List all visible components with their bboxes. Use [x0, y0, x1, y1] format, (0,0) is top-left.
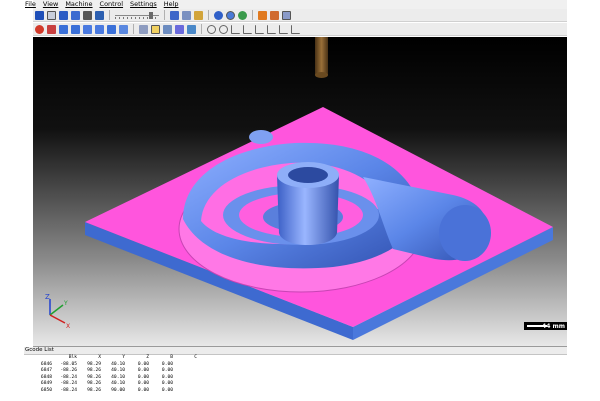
z-axis-label: Z	[45, 293, 50, 301]
zoom-fit-icon[interactable]	[170, 10, 179, 20]
globe-icon[interactable]	[238, 10, 247, 20]
curve-d-icon[interactable]	[267, 24, 276, 34]
gcode-list-panel: Gcode List Blk X Y Z B C 6846 -88.05 98.…	[24, 346, 567, 401]
table-row[interactable]: 6850 -88.24 98.26 90.00 0.00 0.00	[33, 388, 567, 395]
curve-c-icon[interactable]	[255, 24, 264, 34]
sphere-icon[interactable]	[226, 10, 235, 20]
stop-icon[interactable]	[83, 10, 92, 20]
curve-a-icon[interactable]	[231, 24, 240, 34]
cube-back-icon[interactable]	[71, 24, 80, 34]
pause-icon[interactable]	[47, 10, 56, 20]
cutting-tool-tip	[315, 72, 328, 78]
cutting-tool	[315, 37, 328, 75]
col-header: C	[194, 355, 197, 360]
curve-f-icon[interactable]	[291, 24, 300, 34]
toolbar-separator	[208, 10, 209, 20]
machine-icon[interactable]	[194, 10, 203, 20]
y-axis-label: Y	[63, 300, 68, 307]
menu-view[interactable]: View	[43, 0, 58, 9]
window-icon[interactable]	[182, 10, 191, 20]
cell: -88.24	[60, 387, 77, 393]
toolbar-separator	[109, 10, 110, 20]
cell: 98.26	[87, 387, 101, 393]
x-axis-label: X	[66, 323, 70, 330]
toolbar-separator	[201, 24, 202, 34]
toolpath-icon[interactable]	[175, 24, 184, 34]
playback-toolbar	[33, 9, 567, 22]
hub-bore	[288, 167, 328, 183]
y-axis-line	[49, 304, 64, 316]
scale-bar: 44 mm	[524, 322, 567, 330]
menu-control[interactable]: Control	[100, 0, 124, 9]
reset-icon[interactable]	[95, 10, 104, 20]
measure-icon[interactable]	[270, 10, 279, 20]
cursor-icon[interactable]	[151, 24, 160, 34]
cell: 90.00	[111, 387, 125, 393]
inlet-stub	[249, 130, 273, 144]
part-color-icon[interactable]	[35, 24, 44, 34]
play-icon[interactable]	[35, 10, 44, 20]
curve-e-icon[interactable]	[279, 24, 288, 34]
part-model: Z Y X	[45, 37, 553, 340]
curve-b-icon[interactable]	[243, 24, 252, 34]
cube-top-icon[interactable]	[107, 24, 116, 34]
collision-icon[interactable]	[258, 10, 267, 20]
right-margin	[567, 0, 600, 400]
fast-forward-icon[interactable]	[71, 10, 80, 20]
x-axis-line	[49, 314, 66, 324]
cube-iso-icon[interactable]	[119, 24, 128, 34]
view-toolbar	[33, 23, 567, 36]
simulation-viewport[interactable]: Z Y X	[33, 37, 567, 346]
menu-file[interactable]: File	[25, 0, 36, 9]
menu-machine[interactable]: Machine	[65, 0, 92, 9]
shade-icon[interactable]	[214, 10, 223, 20]
lasso-icon[interactable]	[207, 24, 216, 34]
toolbar-separator	[133, 24, 134, 34]
outlet-end	[439, 205, 491, 261]
speed-slider[interactable]	[115, 11, 159, 19]
menu-bar: File View Machine Control Settings Help	[25, 0, 567, 9]
cell: 6850	[40, 387, 52, 393]
grid-icon[interactable]	[282, 10, 291, 20]
menu-settings[interactable]: Settings	[130, 0, 157, 9]
skip-to-end-icon[interactable]	[59, 10, 68, 20]
cube-front-icon[interactable]	[59, 24, 68, 34]
menu-help[interactable]: Help	[164, 0, 179, 9]
cube-red-icon[interactable]	[47, 24, 56, 34]
scale-label: 44 mm	[542, 322, 565, 330]
panel-title: Gcode List	[24, 347, 567, 355]
wire-icon[interactable]	[219, 24, 228, 34]
toolbar-separator	[164, 10, 165, 20]
cell: 0.00	[161, 387, 173, 393]
stock-icon[interactable]	[187, 24, 196, 34]
toolbar-separator	[252, 10, 253, 20]
cube-right-icon[interactable]	[95, 24, 104, 34]
left-margin	[0, 0, 33, 400]
cell: 0.00	[137, 387, 149, 393]
cube-left-icon[interactable]	[83, 24, 92, 34]
magnify-icon[interactable]	[163, 24, 172, 34]
rotate-icon[interactable]	[139, 24, 148, 34]
slider-thumb[interactable]	[149, 11, 153, 19]
